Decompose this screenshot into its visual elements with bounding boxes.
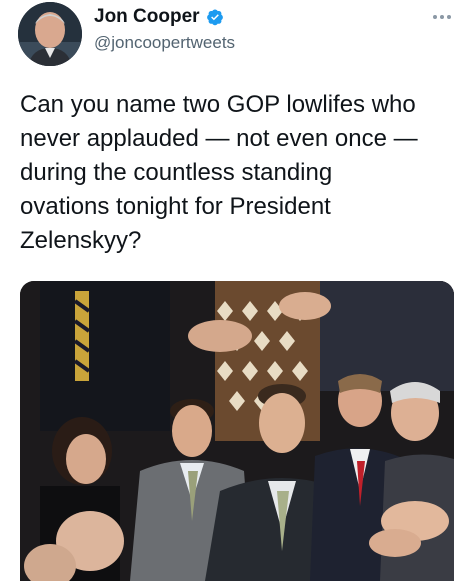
author-display-name[interactable]: Jon Cooper [94,6,200,28]
photo-scene [20,281,454,581]
tweet-text: Can you name two GOP lowlifes who never … [20,91,418,254]
verified-badge-icon [206,8,224,26]
author-names: Jon Cooper @joncoopertweets [94,6,235,53]
tweet-header: Jon Cooper @joncoopertweets [0,0,474,80]
avatar[interactable] [18,2,82,66]
tweet-media-photo[interactable] [20,281,454,581]
more-options-icon[interactable] [430,10,454,24]
author-handle[interactable]: @joncoopertweets [94,33,235,53]
avatar-photo [18,2,82,66]
